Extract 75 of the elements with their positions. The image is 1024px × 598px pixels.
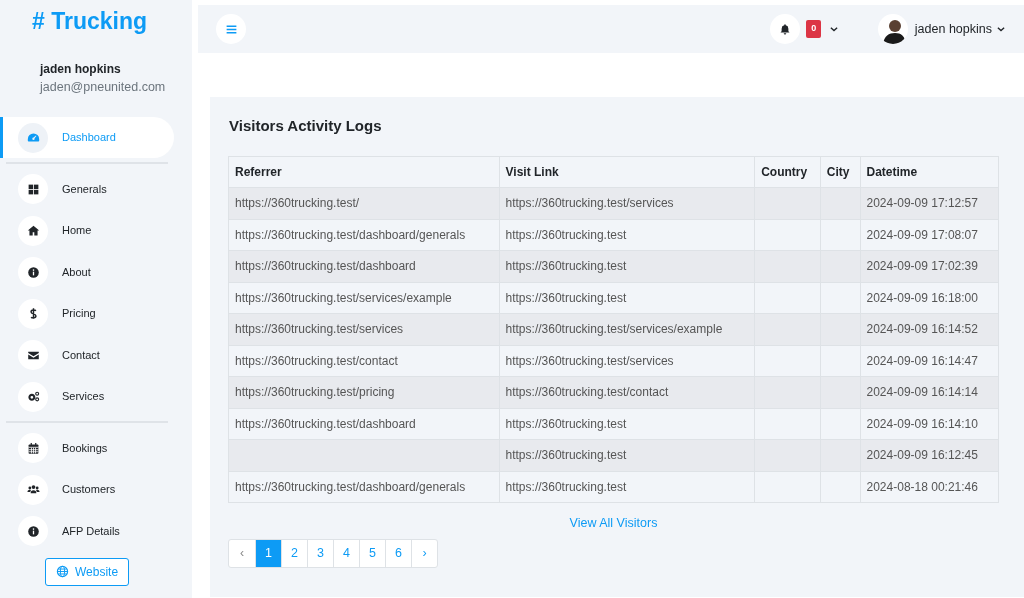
table-cell: 2024-09-09 16:18:00: [860, 282, 999, 314]
column-header: City: [820, 156, 860, 188]
table-cell: https://360trucking.test: [499, 471, 755, 503]
table-cell: https://360trucking.test/services: [499, 345, 755, 377]
pagination-page[interactable]: 4: [333, 539, 359, 567]
gauge-icon: [26, 131, 40, 144]
table-cell: https://360trucking.test/contact: [228, 345, 500, 377]
table-cell: https://360trucking.test: [499, 439, 755, 471]
users-icon: [26, 483, 40, 496]
table-cell: https://360trucking.test/services/example: [228, 282, 500, 314]
view-all-link[interactable]: View All Visitors: [569, 516, 658, 530]
chevron-down-icon: [996, 24, 1006, 34]
table-cell: 2024-09-09 16:14:52: [860, 313, 999, 345]
sidebar-item[interactable]: Generals: [0, 168, 174, 210]
table-cell: https://360trucking.test/dashboard: [228, 250, 500, 282]
table-cell: 2024-09-09 17:08:07: [860, 219, 999, 251]
table-cell: https://360trucking.test: [499, 250, 755, 282]
table-cell: https://360trucking.test/services/example: [499, 313, 755, 345]
table-cell: 2024-08-18 00:21:46: [860, 471, 999, 503]
column-header: Datetime: [860, 156, 999, 188]
sidebar-item[interactable]: Services: [0, 375, 174, 418]
table-cell: https://360trucking.test/dashboard/generals: [228, 219, 500, 251]
pagination-next[interactable]: ›: [411, 539, 437, 567]
sidebar-item[interactable]: Pricing: [0, 292, 174, 335]
pagination-page[interactable]: 5: [359, 539, 385, 567]
sidebar-item[interactable]: Bookings: [0, 427, 174, 469]
column-header: Visit Link: [499, 156, 755, 188]
card-title: Visitors Activity Logs: [229, 116, 383, 136]
sidebar-item[interactable]: Customers: [0, 468, 174, 511]
table-cell: 2024-09-09 16:12:45: [860, 439, 999, 471]
notification-count: 0: [806, 20, 822, 38]
user-name: jaden hopkins: [40, 61, 122, 78]
info-icon: [26, 265, 40, 279]
table-cell: https://360trucking.test/dashboard/generals: [228, 471, 500, 503]
info-icon: [26, 524, 40, 538]
menu-button[interactable]: [216, 14, 246, 44]
user-email: jaden@pneunited.com: [40, 79, 167, 96]
bell-icon: [778, 23, 791, 35]
notification-button[interactable]: [769, 14, 800, 44]
table-cell: https://360trucking.test/pricing: [228, 376, 500, 408]
table-cell: 2024-09-09 16:14:14: [860, 376, 999, 408]
globe-icon: [56, 565, 69, 579]
sidebar-item[interactable]: Contact: [0, 334, 174, 376]
pagination-page[interactable]: 2: [281, 539, 307, 567]
home-icon: [26, 224, 40, 237]
sidebar-item[interactable]: AFP Details: [0, 510, 174, 552]
table-cell: https://360trucking.test: [499, 282, 755, 314]
table-cell: https://360trucking.test: [499, 219, 755, 251]
table-cell: https://360trucking.test: [499, 408, 755, 440]
table-cell: https://360trucking.test/: [228, 187, 500, 219]
brand-logo: # Trucking: [31, 7, 149, 36]
table-cell: 2024-09-09 16:14:47: [860, 345, 999, 377]
sidebar-item[interactable]: Home: [0, 209, 174, 252]
grid-icon: [26, 182, 40, 196]
table-cell: https://360trucking.test/dashboard: [228, 408, 500, 440]
table-cell: https://360trucking.test/services: [228, 313, 500, 345]
table-cell: https://360trucking.test/contact: [499, 376, 755, 408]
sidebar-item[interactable]: Dashboard: [0, 116, 174, 159]
table-cell: 2024-09-09 17:12:57: [860, 187, 999, 219]
pagination-page[interactable]: 1: [255, 539, 281, 567]
calendar-icon: [26, 441, 40, 455]
pagination-page[interactable]: 3: [307, 539, 333, 567]
chevron-down-icon: [829, 24, 840, 34]
table-cell: https://360trucking.test/services: [499, 187, 755, 219]
column-header: Country: [754, 156, 821, 188]
avatar: [878, 14, 909, 44]
user-menu-name[interactable]: jaden hopkins: [914, 19, 992, 39]
column-header: Referrer: [228, 156, 500, 188]
pagination-prev[interactable]: ‹: [229, 539, 255, 567]
sidebar-item[interactable]: About: [0, 251, 174, 293]
gears-icon: [26, 390, 40, 403]
website-button[interactable]: Website: [45, 557, 130, 586]
pagination-page[interactable]: 6: [385, 539, 411, 567]
table-cell: 2024-09-09 17:02:39: [860, 250, 999, 282]
table-cell: 2024-09-09 16:14:10: [860, 408, 999, 440]
